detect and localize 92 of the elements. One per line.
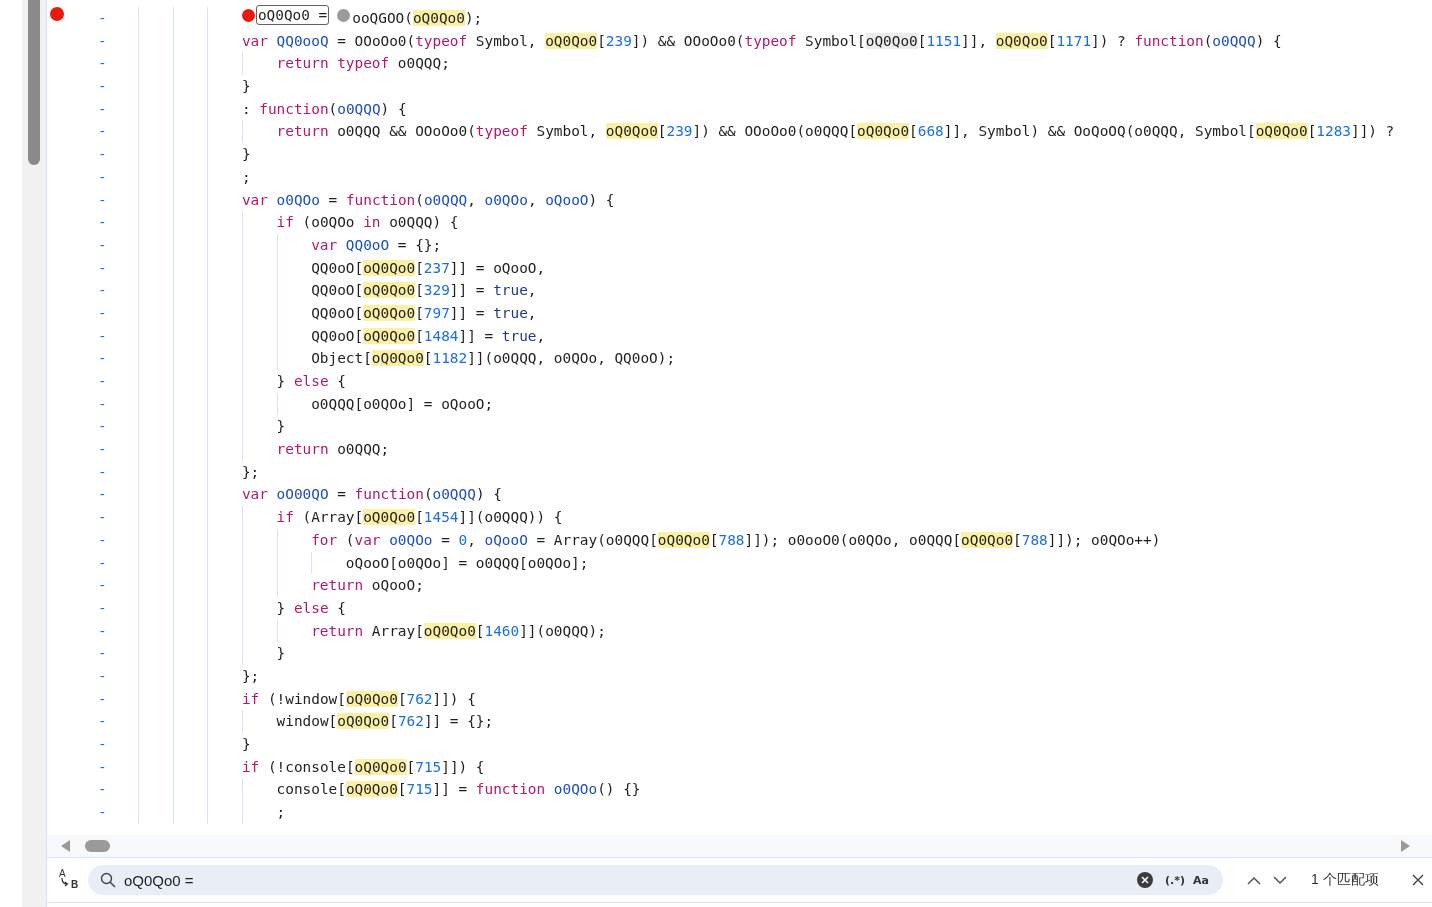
line-marker: - bbox=[98, 645, 107, 662]
code-line: } bbox=[241, 145, 251, 165]
code-line: Object[oQ0Qo0[1182]](o0QQQ, o0QOo, QQ0oO); bbox=[311, 349, 676, 369]
line-marker: - bbox=[98, 327, 107, 344]
line-marker: - bbox=[98, 395, 107, 412]
code-line: QQ0oO[oQ0Qo0[797]] = true, bbox=[311, 303, 537, 323]
line-marker: - bbox=[98, 441, 107, 458]
code-line: ; bbox=[276, 803, 286, 823]
line-marker: - bbox=[98, 191, 107, 208]
line-marker: - bbox=[98, 214, 107, 231]
breakpoint-icon[interactable] bbox=[337, 8, 351, 22]
line-marker: - bbox=[98, 236, 107, 253]
search-icon bbox=[100, 872, 116, 888]
code-line: var QQ0oO = {}; bbox=[311, 235, 442, 255]
code-line: if (Array[oQ0Qo0[1454]](o0QQQ)) { bbox=[276, 508, 563, 528]
line-marker: - bbox=[98, 78, 107, 95]
line-marker: - bbox=[98, 509, 107, 526]
line-marker: - bbox=[98, 758, 107, 775]
code-line: QQ0oO[oQ0Qo0[1484]] = true, bbox=[311, 326, 546, 346]
line-marker: - bbox=[98, 55, 107, 72]
code-line: }; bbox=[241, 462, 260, 482]
line-marker: - bbox=[98, 146, 107, 163]
scrollbar-thumb[interactable] bbox=[85, 840, 110, 852]
line-marker: - bbox=[98, 599, 107, 616]
regex-button[interactable]: (.*) bbox=[1161, 871, 1190, 889]
code-line: } bbox=[276, 644, 286, 664]
code-line: }; bbox=[241, 666, 260, 686]
code-line: o0QQQ[o0QOo] = oQooO; bbox=[311, 394, 494, 414]
caret-up-icon bbox=[1247, 875, 1261, 885]
match-count: 1 个匹配项 bbox=[1311, 871, 1379, 889]
code-line: return o0QQQ; bbox=[276, 440, 390, 460]
code-text: ooQGOO(oQ0Qo0); bbox=[352, 9, 483, 28]
code-line: var oO00QO = function(o0QQQ) { bbox=[241, 485, 502, 505]
search-field[interactable]: oQ0Qo0 = (.*) Aa bbox=[88, 865, 1223, 895]
code-line: if (!console[oQ0Qo0[715]]) { bbox=[241, 757, 485, 777]
line-marker: - bbox=[98, 463, 107, 480]
code-line: } bbox=[241, 735, 251, 754]
code-line: QQ0oO[oQ0Qo0[329]] = true, bbox=[311, 281, 537, 301]
clear-button[interactable] bbox=[1137, 872, 1154, 888]
code-line: return typeof o0QQQ; bbox=[276, 54, 450, 74]
code-line: for (var o0QOo = 0, oQooO = Array(o0QQQ[oQ0Qo0[788]]); o0ooO0(o0QOo, o0QQQ[oQ0Qo0[788]]); o0QOo++) bbox=[311, 530, 1161, 550]
code-line: QQ0oO[oQ0Qo0[237]] = oQooO, bbox=[311, 258, 546, 278]
code-line: if (!window[oQ0Qo0[762]]) { bbox=[241, 689, 476, 709]
line-marker: - bbox=[98, 123, 107, 140]
code-line: var QQ0ooQ = OOoOo0(typeof Symbol, oQ0Qo0[239]) && OOoOo0(typeof Symbol[oQ0Qo0[1151]], oQ0Qo0[1171]) ? function(o0QQQ) { bbox=[241, 31, 1282, 51]
line-marker: - bbox=[98, 10, 107, 26]
replace-toggle-button[interactable]: A B bbox=[57, 867, 83, 893]
close-icon bbox=[1412, 874, 1424, 886]
line-marker: - bbox=[98, 373, 107, 389]
line-marker: - bbox=[98, 304, 107, 321]
code-line: return o0QQQ && OOoOo0(typeof Symbol, oQ0Qo0[239]) && OOoOo0(o0QQQ[oQ0Qo0[668]], Symbol) && OoQoOQ(o0QQQ, Symbol[oQ0Qo0[1283]]) ? bbox=[276, 122, 1395, 142]
line-marker: - bbox=[98, 100, 107, 117]
curved-arrow-icon bbox=[61, 878, 69, 887]
code-line: console[oQ0Qo0[715]] = function o0QOo() {} bbox=[276, 780, 641, 800]
line-marker: - bbox=[98, 622, 107, 639]
line-marker: - bbox=[98, 577, 107, 594]
breakpoint-icon[interactable] bbox=[241, 8, 255, 22]
line-marker: - bbox=[98, 736, 107, 752]
line-marker: - bbox=[98, 486, 107, 503]
close-icon bbox=[1137, 872, 1154, 888]
line-marker: - bbox=[98, 168, 107, 185]
triangle-left-icon bbox=[61, 840, 71, 852]
code-line: if (o0QOo in o0QQQ) { bbox=[276, 213, 459, 233]
line-marker: - bbox=[98, 690, 107, 707]
line-marker: - bbox=[98, 667, 107, 684]
code-line: } else { bbox=[276, 372, 346, 391]
line-marker: - bbox=[98, 713, 107, 730]
triangle-right-icon bbox=[1400, 840, 1410, 852]
line-marker: - bbox=[98, 259, 107, 276]
line-marker: - bbox=[98, 531, 107, 548]
code-line: } bbox=[276, 417, 286, 437]
code-line: : function(o0QQQ) { bbox=[241, 99, 407, 119]
line-marker: - bbox=[98, 554, 107, 571]
match-case-button[interactable]: Aa bbox=[1189, 871, 1213, 889]
code-line: window[oQ0Qo0[762]] = {}; bbox=[276, 712, 494, 732]
code-line: } bbox=[241, 77, 251, 97]
code-line: oQooO[o0QOo] = o0QQQ[o0QOo]; bbox=[345, 553, 589, 573]
scrollbar-thumb[interactable] bbox=[28, 0, 40, 165]
line-marker: - bbox=[98, 781, 107, 798]
code-line: return Array[oQ0Qo0[1460]](o0QQQ); bbox=[311, 621, 606, 641]
code-line: return oQooO; bbox=[311, 576, 424, 596]
line-marker: - bbox=[98, 418, 107, 435]
caret-down-icon bbox=[1273, 875, 1287, 885]
code-line: var o0QOo = function(o0QQQ, o0QOo, oQooO) { bbox=[241, 190, 615, 210]
line-marker: - bbox=[98, 32, 107, 49]
line-marker: - bbox=[98, 282, 107, 299]
line-marker: - bbox=[98, 804, 107, 821]
code-line: ; bbox=[241, 167, 251, 187]
line-marker: - bbox=[98, 350, 107, 367]
code-line: } else { bbox=[276, 598, 346, 618]
breakpoint-icon[interactable] bbox=[50, 7, 64, 22]
current-match: oQ0Qo0 = bbox=[255, 5, 330, 26]
